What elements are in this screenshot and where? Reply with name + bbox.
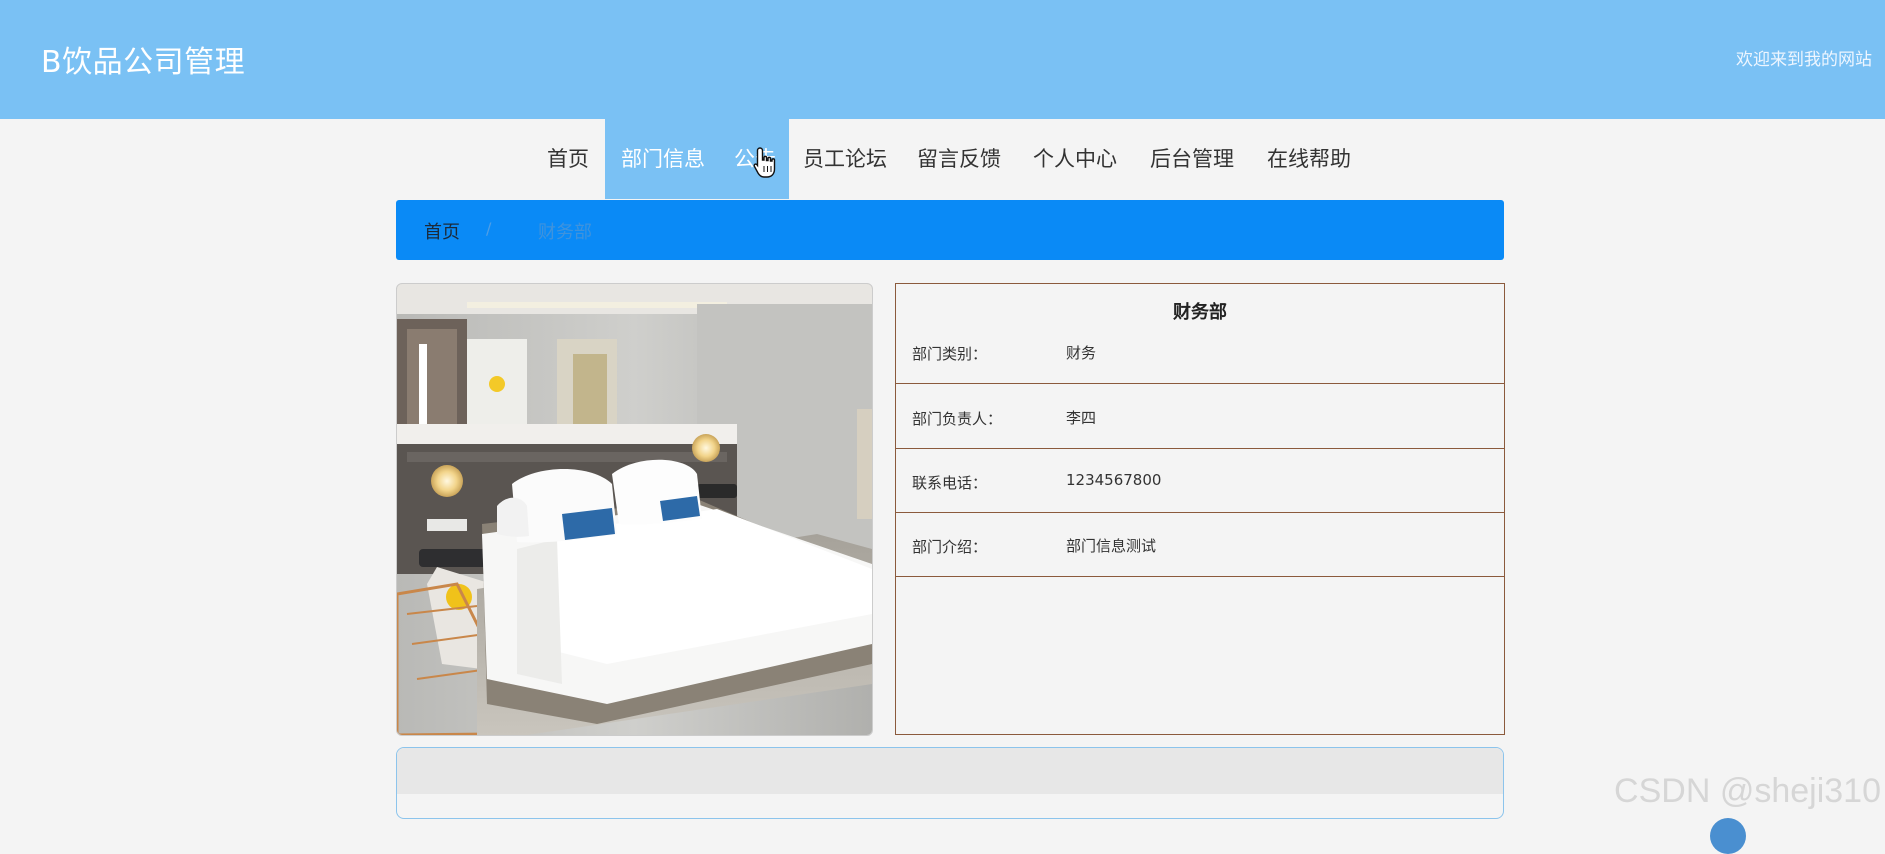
detail-value-manager: 李四 (1066, 409, 1097, 427)
detail-label-phone: 联系电话： (912, 474, 988, 492)
nav-item-profile[interactable]: 个人中心 (1027, 119, 1123, 199)
detail-value-category: 财务 (1066, 344, 1097, 362)
detail-label-intro: 部门介绍： (912, 538, 988, 556)
breadcrumb-current: 财务部 (538, 222, 592, 243)
comment-panel-header (397, 748, 1503, 794)
detail-label-category: 部门类别： (912, 345, 988, 363)
nav-item-forum[interactable]: 员工论坛 (797, 119, 893, 199)
department-detail-table: 财务部 部门类别： 财务 部门负责人： 李四 联系电话： 1234567800 部门介绍：部… (895, 283, 1505, 735)
nav-item-home[interactable]: 首页 (539, 119, 597, 199)
detail-row-manager: 部门负责人： 李四 (896, 384, 1504, 449)
welcome-text: 欢迎来到我的网站 (1736, 50, 1872, 70)
site-title[interactable]: B饮品公司管理 (41, 37, 245, 81)
breadcrumb-home-link[interactable]: 首页 (424, 218, 460, 244)
bedroom-image (397, 284, 872, 735)
detail-row-category: 部门类别： 财务 (896, 319, 1504, 384)
back-to-top-button[interactable] (1710, 818, 1746, 854)
detail-row-phone: 联系电话： 1234567800 (896, 448, 1504, 513)
breadcrumb: 首页 / 财务部 (396, 200, 1504, 260)
main-nav: 首页 部门信息 公告 员工论坛 留言反馈 个人中心 后台管理 在线帮助 (0, 119, 1885, 199)
department-photo (396, 283, 873, 736)
nav-item-help[interactable]: 在线帮助 (1261, 119, 1357, 199)
breadcrumb-separator: / (486, 219, 492, 238)
detail-value-phone: 1234567800 (1066, 471, 1162, 489)
nav-item-department[interactable]: 部门信息 (605, 119, 721, 199)
comment-panel (396, 747, 1504, 819)
detail-value-intro: 部门信息测试 (1066, 537, 1157, 555)
csdn-watermark: CSDN @sheji310 (1614, 772, 1881, 810)
nav-item-feedback[interactable]: 留言反馈 (911, 119, 1007, 199)
site-header: B饮品公司管理 欢迎来到我的网站 (0, 0, 1885, 119)
detail-row-intro: 部门介绍： 部门信息测试 (896, 512, 1504, 577)
hand-pointer-icon (753, 147, 776, 178)
detail-label-manager: 部门负责人： (912, 410, 1003, 428)
nav-item-admin[interactable]: 后台管理 (1144, 119, 1240, 199)
